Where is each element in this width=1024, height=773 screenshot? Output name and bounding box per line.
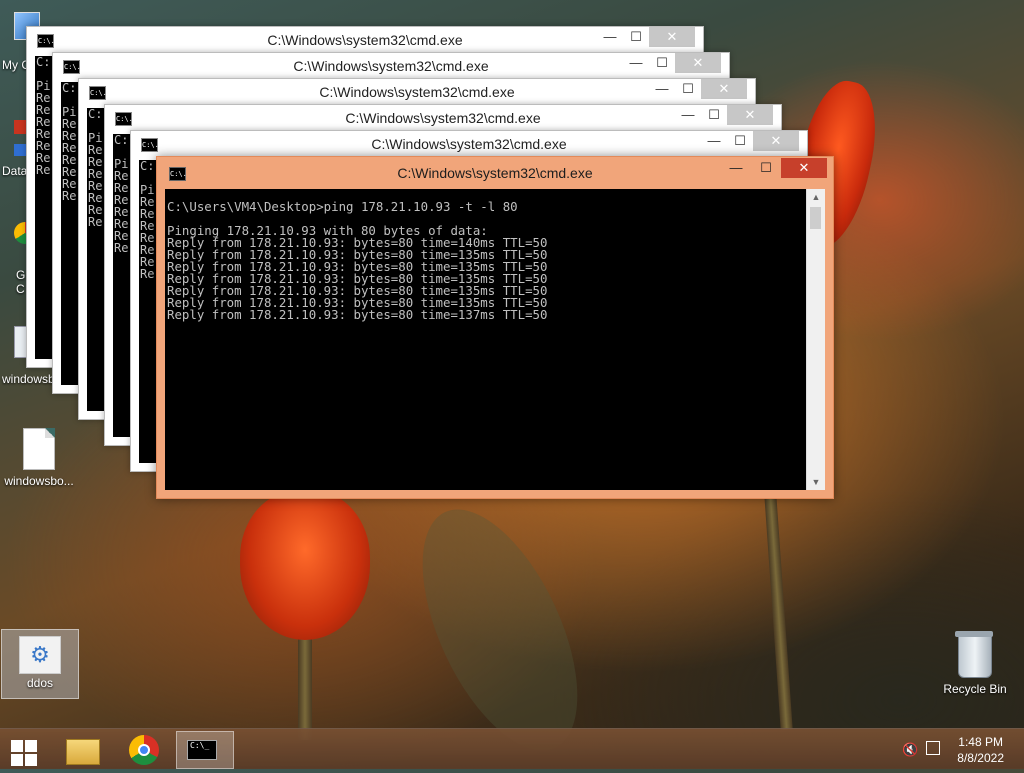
close-button[interactable]: ✕ (753, 131, 799, 151)
windows-logo-icon (11, 740, 23, 752)
scroll-down-icon[interactable]: ▼ (807, 474, 825, 490)
desktop-icon-ddos[interactable]: ⚙ ddos (1, 629, 79, 699)
taskbar: C:\_ 🔇 1:48 PM 8/8/2022 (0, 728, 1024, 769)
volume-muted-icon[interactable]: 🔇 (902, 742, 918, 758)
minimize-button[interactable]: — (675, 105, 701, 125)
close-button[interactable]: ✕ (727, 105, 773, 125)
window-titlebar[interactable]: C:\. C:\Windows\system32\cmd.exe — ☐ ✕ (157, 157, 833, 187)
minimize-button[interactable]: — (623, 53, 649, 73)
desktop-icon-label: Data (2, 164, 28, 178)
wallpaper-stem (298, 630, 312, 740)
desktop-icon-recycle-bin[interactable]: Recycle Bin (937, 631, 1013, 696)
desktop-icon-label: ddos (26, 676, 54, 690)
desktop-icon-label: G C (16, 268, 26, 296)
gear-icon: ⚙ (19, 636, 61, 674)
close-button[interactable]: ✕ (781, 158, 827, 178)
window-titlebar[interactable]: C:\. C:\Windows\system32\cmd.exe — ☐ ✕ (79, 79, 755, 105)
maximize-button[interactable]: ☐ (727, 131, 753, 151)
document-icon (23, 428, 55, 470)
minimize-button[interactable]: — (597, 27, 623, 47)
close-button[interactable]: ✕ (649, 27, 695, 47)
chrome-button[interactable] (122, 731, 166, 767)
console-line: C:\Users\VM4\Desktop>ping 178.21.10.93 -… (167, 199, 518, 214)
window-titlebar[interactable]: C:\. C:\Windows\system32\cmd.exe — ☐ ✕ (105, 105, 781, 131)
maximize-button[interactable]: ☐ (675, 79, 701, 99)
desktop-icon-label: windowsb (2, 372, 55, 386)
window-titlebar[interactable]: C:\. C:\Windows\system32\cmd.exe — ☐ ✕ (27, 27, 703, 53)
minimize-button[interactable]: — (649, 79, 675, 99)
wallpaper-tulip (240, 490, 370, 640)
maximize-button[interactable]: ☐ (623, 27, 649, 47)
minimize-button[interactable]: — (723, 158, 749, 178)
wallpaper-stem (763, 479, 793, 731)
clock-date: 8/8/2022 (957, 751, 1004, 765)
maximize-button[interactable]: ☐ (701, 105, 727, 125)
file-explorer-button[interactable] (60, 731, 104, 767)
start-button[interactable] (8, 731, 40, 767)
close-button[interactable]: ✕ (701, 79, 747, 99)
desktop-icon-label: Recycle Bin (943, 682, 1007, 696)
desktop-icon-label: windowsbo... (4, 474, 74, 488)
cmd-taskbar-button[interactable]: C:\_ (176, 731, 234, 769)
minimize-button[interactable]: — (701, 131, 727, 151)
close-button[interactable]: ✕ (675, 53, 721, 73)
desktop-icon-windowsbo[interactable]: windowsbo... (1, 428, 77, 488)
cmd-icon: C:\_ (187, 740, 217, 760)
folder-icon (66, 739, 100, 765)
clock[interactable]: 1:48 PM 8/8/2022 (957, 734, 1004, 766)
vertical-scrollbar[interactable]: ▲ ▼ (806, 189, 825, 490)
console-output[interactable]: C:\Users\VM4\Desktop>ping 178.21.10.93 -… (165, 189, 806, 490)
window-titlebar[interactable]: C:\. C:\Windows\system32\cmd.exe — ☐ ✕ (131, 131, 807, 157)
maximize-button[interactable]: ☐ (649, 53, 675, 73)
scroll-up-icon[interactable]: ▲ (807, 189, 825, 205)
recycle-bin-icon (955, 631, 993, 678)
maximize-button[interactable]: ☐ (753, 158, 779, 178)
network-icon[interactable] (926, 741, 940, 755)
console-line: Reply from 178.21.10.93: bytes=80 time=1… (167, 307, 548, 322)
clock-time: 1:48 PM (958, 735, 1003, 749)
scrollbar-thumb[interactable] (810, 207, 821, 229)
chrome-icon (129, 735, 159, 765)
cmd-window-active[interactable]: C:\. C:\Windows\system32\cmd.exe — ☐ ✕ C… (156, 156, 834, 499)
system-tray: 🔇 1:48 PM 8/8/2022 (884, 729, 1024, 769)
window-titlebar[interactable]: C:\. C:\Windows\system32\cmd.exe — ☐ ✕ (53, 53, 729, 79)
